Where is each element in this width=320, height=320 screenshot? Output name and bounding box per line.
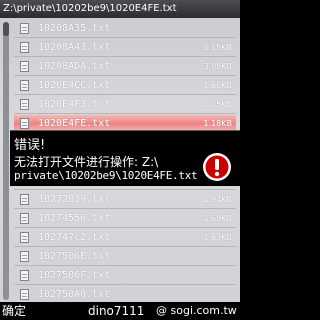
file-name: 102747c2.txt (38, 232, 111, 243)
text-file-icon (20, 289, 29, 300)
text-file-icon (20, 61, 29, 72)
file-size: 3.08KB (203, 62, 232, 71)
file-size: 1.63KB (203, 233, 232, 242)
file-row[interactable]: 1027506E.txt (14, 248, 236, 266)
path-header: Z:\private\10202be9\1020E4FE.txt (0, 0, 240, 18)
file-row[interactable]: 10272039.txt 1.94KB (14, 191, 236, 209)
file-name: 1020E4F3.txt (38, 99, 111, 110)
error-dialog[interactable]: 错误! 无法打开文件进行操作: Z:\ private\10202be9\102… (10, 130, 240, 186)
file-manager-screen: Z:\private\10202be9\1020E4FE.txt 10208A3… (0, 0, 240, 320)
text-file-icon (20, 270, 29, 281)
watermark-username: dino7111 (88, 304, 145, 318)
file-name: 10208A43.txt (38, 42, 111, 53)
text-file-icon (20, 99, 29, 110)
dialog-message-line1: 无法打开文件进行操作: Z:\ (14, 155, 159, 169)
file-size: 1.94KB (203, 195, 232, 204)
file-row[interactable]: 1020E4CC.txt 1.66KB (14, 77, 236, 95)
file-name: 1027506F.txt (38, 270, 111, 281)
dialog-message-line2: private\10202be9\1020E4FE.txt (14, 169, 198, 182)
file-name: 10208ADA.txt (38, 61, 111, 72)
file-row[interactable]: 102747c2.txt 1.63KB (14, 229, 236, 247)
text-file-icon (20, 232, 29, 243)
dialog-title: 错误! (14, 138, 46, 153)
file-name: 1027506E.txt (38, 251, 111, 262)
file-size: 1.69KB (203, 214, 232, 223)
file-name: 1020E4CC.txt (38, 80, 111, 91)
file-size: 1.25KB (203, 100, 232, 109)
text-file-icon (20, 42, 29, 53)
file-row[interactable]: 10208A43.txt 1.15KB (14, 39, 236, 57)
file-size: 1.66KB (203, 81, 232, 90)
file-size: 1.15KB (203, 43, 232, 52)
exclamation-warning-icon (203, 153, 231, 181)
file-row[interactable]: 1020E4F3.txt 1.25KB (14, 96, 236, 114)
file-row[interactable]: 10208ADA.txt 3.08KB (14, 58, 236, 76)
text-file-icon (20, 194, 29, 205)
text-file-icon (20, 23, 29, 34)
file-row[interactable]: 1027506F.txt (14, 267, 236, 285)
softkey-bar: 确定 dino7111 @ sogi.com.tw (0, 302, 240, 320)
softkey-ok[interactable]: 确定 (2, 302, 26, 320)
file-name: 10274556.txt (38, 213, 111, 224)
text-file-icon (20, 118, 29, 129)
file-row[interactable]: 10274556.txt 1.69KB (14, 210, 236, 228)
file-row[interactable]: 10208A35.txt (14, 20, 236, 38)
file-name: 10272039.txt (38, 194, 111, 205)
file-name: 10208A35.txt (38, 23, 111, 34)
text-file-icon (20, 80, 29, 91)
text-file-icon (20, 213, 29, 224)
text-file-icon (20, 251, 29, 262)
watermark-site: @ sogi.com.tw (156, 304, 237, 317)
